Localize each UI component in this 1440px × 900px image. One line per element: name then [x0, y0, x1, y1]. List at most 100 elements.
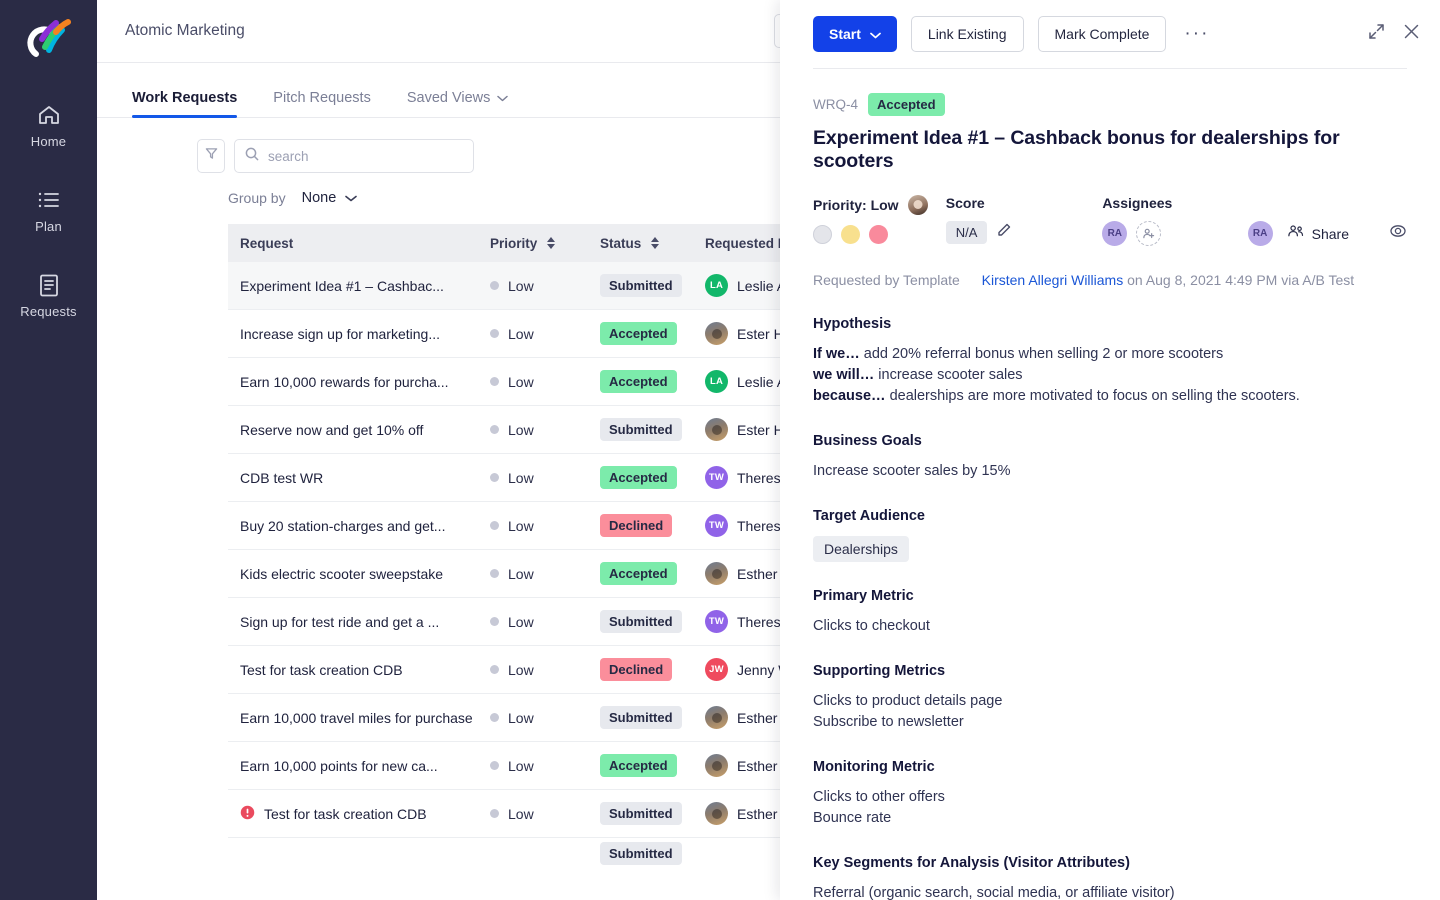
cell-status: Submitted: [600, 802, 705, 825]
detail-section: Key Segments for Analysis (Visitor Attri…: [813, 855, 1407, 900]
filter-icon: [205, 147, 218, 165]
cell-status: Submitted: [600, 706, 705, 729]
detail-section: Monitoring Metric Clicks to other offersB…: [813, 759, 1407, 829]
priority-value: Low: [508, 326, 534, 342]
detail-panel-body: WRQ-4 Accepted Experiment Idea #1 – Cash…: [780, 69, 1440, 900]
start-button-label: Start: [829, 26, 861, 42]
share-avatar[interactable]: RA: [1248, 221, 1273, 246]
status-badge: Accepted: [868, 93, 945, 116]
priority-value: Low: [508, 422, 534, 438]
sidebar-item-requests[interactable]: Requests: [0, 272, 97, 319]
requested-by-name[interactable]: Kirsten Allegri Williams: [982, 272, 1124, 288]
chevron-down-icon: [870, 26, 881, 42]
page-title: Atomic Marketing: [125, 22, 245, 40]
column-header-request[interactable]: Request: [228, 236, 490, 251]
request-title: Earn 10,000 rewards for purcha...: [240, 374, 449, 390]
cell-priority: Low: [490, 422, 600, 438]
optimizely-logo[interactable]: [22, 14, 76, 68]
priority-dot-icon: [490, 761, 499, 770]
request-title: Kids electric scooter sweepstake: [240, 566, 443, 582]
sidebar-item-plan[interactable]: Plan: [0, 187, 97, 234]
search-input[interactable]: [268, 149, 463, 164]
score-field: Score N/A: [946, 195, 1103, 244]
list-icon: [37, 187, 61, 213]
status-badge: Submitted: [600, 274, 682, 297]
avatar: LA: [705, 274, 728, 297]
expand-icon[interactable]: [1368, 23, 1385, 45]
cell-status: Accepted: [600, 562, 705, 585]
group-by-value: None: [302, 190, 337, 206]
request-title: Experiment Idea #1 – Cashbac...: [240, 278, 444, 294]
detail-panel-window-controls: [1368, 23, 1420, 45]
status-badge: Declined: [600, 514, 672, 537]
chevron-down-icon: [497, 90, 508, 106]
status-badge: Accepted: [600, 466, 677, 489]
avatar: [705, 562, 728, 585]
avatar: TW: [705, 610, 728, 633]
request-title: Increase sign up for marketing...: [240, 326, 440, 342]
avatar: JW: [705, 658, 728, 681]
section-body: Clicks to other offersBounce rate: [813, 787, 1407, 829]
cell-status: Submitted: [600, 274, 705, 297]
link-existing-button[interactable]: Link Existing: [911, 16, 1024, 52]
score-label: Score: [946, 195, 1103, 211]
tab-label: Pitch Requests: [273, 90, 371, 106]
section-heading: Supporting Metrics: [813, 663, 1407, 679]
sidebar-item-label: Home: [31, 134, 66, 149]
priority-dot-high[interactable]: [869, 225, 888, 244]
cell-request: Earn 10,000 points for new ca...: [228, 758, 490, 774]
priority-dots[interactable]: [813, 225, 946, 244]
start-button[interactable]: Start: [813, 16, 897, 52]
assignees-label: Assignees: [1102, 195, 1225, 211]
section-body: Increase scooter sales by 15%: [813, 461, 1407, 482]
requested-by-label: Requested by Template: [813, 272, 960, 288]
tab-work-requests[interactable]: Work Requests: [132, 90, 237, 117]
column-header-status[interactable]: Status: [600, 236, 705, 251]
request-title: Earn 10,000 points for new ca...: [240, 758, 438, 774]
sidebar-item-home[interactable]: Home: [0, 102, 97, 149]
pencil-icon[interactable]: [996, 222, 1012, 243]
cell-priority: Low: [490, 278, 600, 294]
search-box[interactable]: [234, 139, 474, 173]
cell-request: Test for task creation CDB: [228, 662, 490, 678]
column-header-priority[interactable]: Priority: [490, 236, 600, 251]
sort-icon[interactable]: [651, 237, 659, 249]
cell-status: Accepted: [600, 370, 705, 393]
close-icon[interactable]: [1403, 23, 1420, 45]
sort-icon[interactable]: [547, 237, 555, 249]
tab-saved-views[interactable]: Saved Views: [407, 90, 509, 117]
section-heading: Key Segments for Analysis (Visitor Attri…: [813, 855, 1407, 871]
request-title: Test for task creation CDB: [264, 806, 427, 822]
more-options-button[interactable]: ···: [1180, 23, 1213, 45]
filter-button[interactable]: [197, 139, 225, 173]
request-title: Buy 20 station-charges and get...: [240, 518, 445, 534]
priority-owner-avatar: [908, 195, 928, 215]
priority-dot-icon: [490, 425, 499, 434]
section-heading: Primary Metric: [813, 588, 1407, 604]
cell-priority: Low: [490, 326, 600, 342]
status-badge: Submitted: [600, 706, 682, 729]
document-icon: [38, 272, 60, 298]
requested-by-line: Requested by Template Kirsten Allegri Wi…: [813, 270, 1407, 290]
priority-dot-icon: [490, 521, 499, 530]
left-nav-rail: Home Plan: [0, 0, 97, 900]
priority-value: Low: [508, 470, 534, 486]
section-heading: Target Audience: [813, 508, 1407, 524]
priority-dot-low[interactable]: [813, 225, 832, 244]
avatar: TW: [705, 514, 728, 537]
tab-pitch-requests[interactable]: Pitch Requests: [273, 90, 371, 117]
cell-status: Accepted: [600, 466, 705, 489]
assignee-avatar[interactable]: RA: [1102, 221, 1127, 246]
column-header-label: Priority: [490, 236, 537, 251]
share-button[interactable]: Share: [1287, 224, 1349, 243]
add-person-icon[interactable]: [1136, 221, 1161, 246]
cell-priority: Low: [490, 662, 600, 678]
eye-icon[interactable]: [1389, 222, 1407, 245]
request-title: Reserve now and get 10% off: [240, 422, 423, 438]
sidebar-item-label: Plan: [35, 219, 62, 234]
sidebar-item-label: Requests: [20, 304, 77, 319]
priority-dot-medium[interactable]: [841, 225, 860, 244]
section-heading: Monitoring Metric: [813, 759, 1407, 775]
group-by-select[interactable]: None: [302, 190, 358, 206]
mark-complete-button[interactable]: Mark Complete: [1038, 16, 1167, 52]
